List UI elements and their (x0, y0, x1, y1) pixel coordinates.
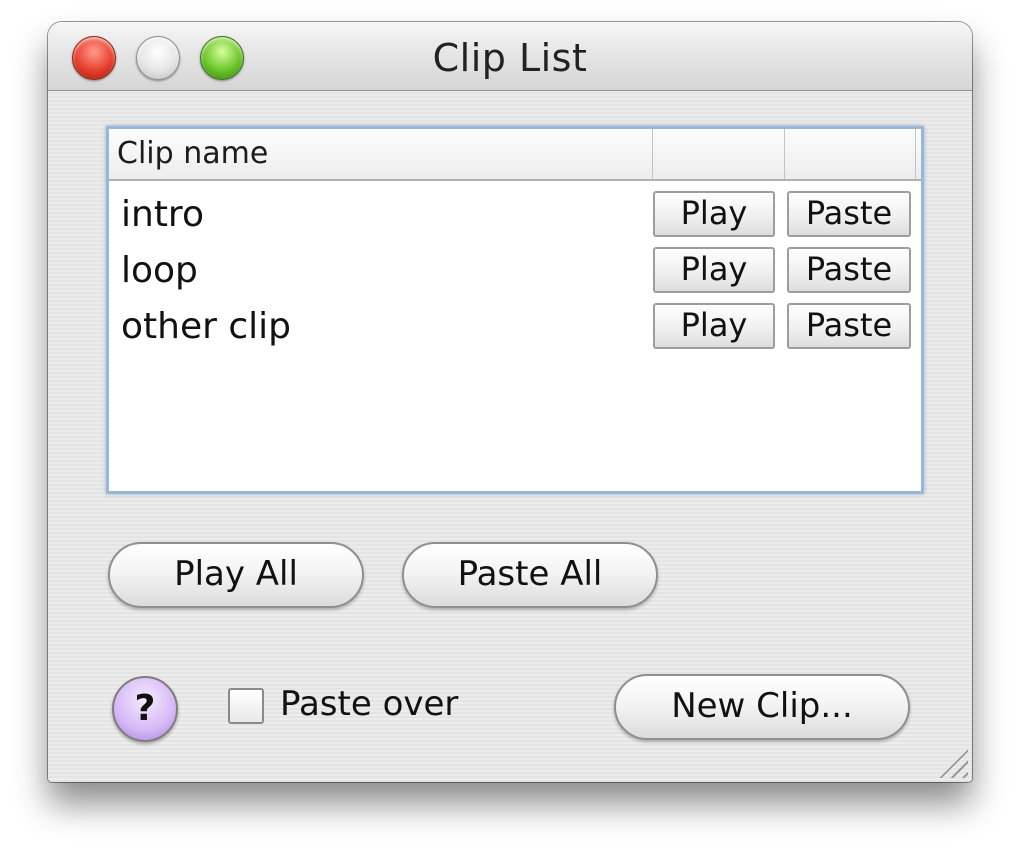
paste-over-label[interactable]: Paste over (280, 682, 458, 726)
clip-name-cell: loop (121, 250, 198, 291)
paste-all-button[interactable]: Paste All (402, 542, 658, 608)
help-button[interactable]: ? (112, 676, 178, 742)
paste-button[interactable]: Paste (787, 247, 911, 293)
window-title: Clip List (432, 36, 588, 80)
column-header-clip-name[interactable]: Clip name (117, 129, 647, 179)
clip-table[interactable]: Clip name intro Play Paste loop Play Pas… (106, 126, 924, 494)
table-row[interactable]: intro Play Paste (109, 187, 921, 243)
play-button[interactable]: Play (653, 191, 775, 237)
play-button[interactable]: Play (653, 247, 775, 293)
table-row[interactable]: other clip Play Paste (109, 299, 921, 355)
paste-button[interactable]: Paste (787, 303, 911, 349)
table-header: Clip name (109, 129, 921, 181)
resize-grip-icon[interactable] (938, 748, 968, 778)
clip-list-window: Clip List Clip name intro Play Paste loo… (48, 22, 972, 782)
title-bar[interactable]: Clip List (48, 22, 972, 91)
paste-button[interactable]: Paste (787, 191, 911, 237)
column-header-play[interactable] (652, 129, 784, 179)
column-header-paste[interactable] (784, 129, 916, 179)
table-row[interactable]: loop Play Paste (109, 243, 921, 299)
clip-name-cell: other clip (121, 306, 291, 347)
play-button[interactable]: Play (653, 303, 775, 349)
clip-name-cell: intro (121, 194, 204, 235)
new-clip-button[interactable]: New Clip... (614, 674, 910, 740)
paste-over-checkbox[interactable] (228, 688, 264, 724)
play-all-button[interactable]: Play All (108, 542, 364, 608)
